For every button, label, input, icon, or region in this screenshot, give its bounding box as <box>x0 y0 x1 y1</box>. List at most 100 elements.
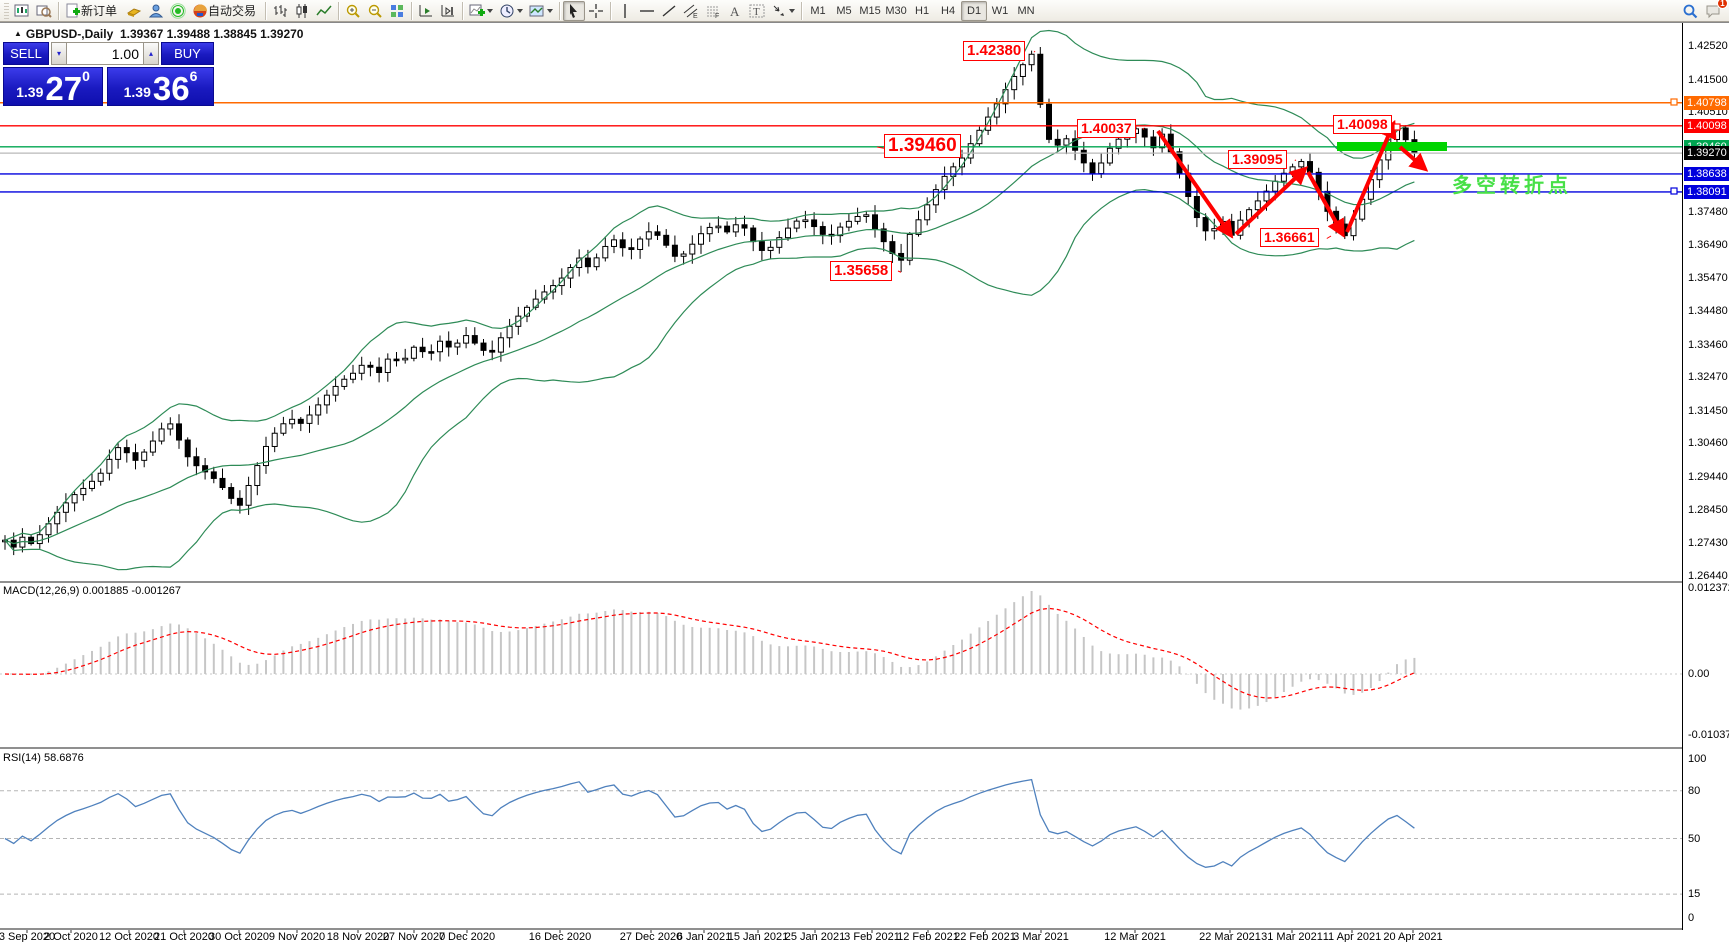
autotrading-button[interactable]: 自动交易 <box>189 1 262 21</box>
new-order-button[interactable]: 新订单 <box>62 1 123 21</box>
chart-title: ▲ GBPUSD-,Daily 1.39367 1.39488 1.38845 1… <box>14 27 303 41</box>
timeframe-w1-button[interactable]: W1 <box>987 1 1013 21</box>
new-order-label: 新订单 <box>81 4 118 18</box>
dropdown-arrow-icon <box>547 8 554 13</box>
buy-price-button[interactable]: 1.39 36 6 <box>107 67 214 106</box>
date-axis-label: 21 Oct 2020 <box>154 931 214 942</box>
timeframe-m5-button[interactable]: M5 <box>831 1 857 21</box>
metaeditor-button[interactable] <box>123 1 145 21</box>
date-axis-label: 12 Feb 2021 <box>897 931 959 942</box>
trendline-tool-button[interactable] <box>658 1 680 21</box>
sell-price-major: 1.39 <box>16 84 44 100</box>
price-axis-tick: 1.30460 <box>1688 437 1728 450</box>
text-tool-button[interactable]: A <box>724 1 746 21</box>
date-axis-label: 15 Jan 2021 <box>727 931 789 942</box>
window-expand-icon[interactable]: ▲ <box>14 29 22 38</box>
volume-control: ▾ 1.00 ▴ <box>51 42 159 65</box>
price-annotation-label[interactable]: 1.42380 <box>963 41 1026 61</box>
price-annotation-label[interactable]: 1.40037 <box>1077 119 1136 138</box>
timeframe-h1-button[interactable]: H1 <box>909 1 935 21</box>
toolbar-separator <box>411 1 413 20</box>
price-axis-tick: 1.29440 <box>1688 470 1728 483</box>
buy-button[interactable]: BUY <box>161 42 214 65</box>
date-axis-label: 7 Dec 2020 <box>438 931 496 942</box>
timeframe-m30-button[interactable]: M30 <box>883 1 909 21</box>
date-axis-label: 6 Jan 2021 <box>676 931 732 942</box>
price-axis-tick: 1.26440 <box>1688 569 1728 582</box>
horizontal-line-tool-button[interactable] <box>636 1 658 21</box>
rsi-axis-tick: 15 <box>1688 888 1701 901</box>
price-badge: 1.38638 <box>1684 166 1729 181</box>
periods-button[interactable] <box>496 1 526 21</box>
auto-scroll-button[interactable] <box>415 1 437 21</box>
new-chart-button[interactable] <box>11 1 33 21</box>
timeframe-d1-button[interactable]: D1 <box>961 0 988 21</box>
volume-increase-button[interactable]: ▴ <box>143 42 159 65</box>
profiles-button[interactable] <box>33 1 55 21</box>
rsi-axis-tick: 80 <box>1688 784 1701 797</box>
sell-button[interactable]: SELL <box>3 42 49 65</box>
line-chart-button[interactable] <box>313 1 335 21</box>
tile-windows-button[interactable] <box>386 1 408 21</box>
zoom-out-button[interactable] <box>364 1 386 21</box>
toolbar-separator <box>462 1 464 20</box>
price-annotation-label[interactable]: 1.36661 <box>1260 228 1319 247</box>
rsi-axis-tick: 100 <box>1688 753 1707 765</box>
timeframe-h4-button[interactable]: H4 <box>935 1 961 21</box>
fibonacci-tool-button[interactable]: F <box>702 1 724 21</box>
equidistant-channel-tool-button[interactable]: E <box>680 1 702 21</box>
zoom-in-button[interactable] <box>342 1 364 21</box>
svg-text:F: F <box>715 13 719 19</box>
sell-price-button[interactable]: 1.39 27 0 <box>3 67 103 106</box>
price-annotation-label[interactable]: 1.35658 <box>830 261 893 281</box>
price-badge: 1.40798 <box>1684 95 1729 110</box>
candlestick-chart-button[interactable] <box>291 1 313 21</box>
text-label-tool-button[interactable]: T <box>746 1 768 21</box>
rsi-value: 58.6876 <box>43 752 84 764</box>
volume-decrease-button[interactable]: ▾ <box>51 42 67 65</box>
buy-price-major: 1.39 <box>123 84 151 100</box>
timeframe-mn-button[interactable]: MN <box>1013 1 1039 21</box>
price-annotation-label[interactable]: 1.40098 <box>1333 115 1392 134</box>
macd-axis-tick: 0.00 <box>1688 668 1710 680</box>
templates-button[interactable] <box>526 1 556 21</box>
toolbar-separator <box>801 1 803 20</box>
date-axis-label: 31 Mar 2021 <box>1261 931 1323 942</box>
autotrading-label: 自动交易 <box>208 4 257 18</box>
toolbar-grip <box>4 2 9 19</box>
date-axis-label: 2 Oct 2020 <box>44 931 98 942</box>
chart-shift-button[interactable] <box>437 1 459 21</box>
price-chart-canvas[interactable] <box>0 0 1729 942</box>
price-annotation-label[interactable]: 1.39095 <box>1228 150 1287 169</box>
notifications-button[interactable]: 1 <box>1702 0 1728 21</box>
rsi-axis-tick: 50 <box>1688 832 1701 845</box>
signals-button[interactable] <box>167 1 189 21</box>
vertical-line-tool-button[interactable] <box>614 1 636 21</box>
timeframe-m15-button[interactable]: M15 <box>857 1 883 21</box>
svg-text:E: E <box>693 13 698 19</box>
date-axis-label: 27 Nov 2020 <box>382 931 446 942</box>
search-button[interactable] <box>1679 1 1702 21</box>
toolbar-separator <box>559 1 561 20</box>
date-axis-label: 12 Oct 2020 <box>99 931 159 942</box>
crosshair-tool-button[interactable] <box>585 1 607 21</box>
chart-symbol-period: GBPUSD-,Daily <box>25 27 114 41</box>
one-click-trading-panel: SELL ▾ 1.00 ▴ BUY 1.39 27 0 1.39 36 6 <box>3 42 214 106</box>
dropdown-arrow-icon <box>789 8 796 13</box>
sell-price-point: 0 <box>82 68 90 84</box>
rsi-header: RSI(14) 58.6876 <box>3 752 84 764</box>
sell-price-pips: 27 <box>45 69 83 107</box>
price-badge: 1.39270 <box>1684 146 1729 161</box>
bar-chart-button[interactable] <box>269 1 291 21</box>
date-axis-label: 22 Mar 2021 <box>1199 931 1261 942</box>
timeframe-m1-button[interactable]: M1 <box>805 1 831 21</box>
strategy-tester-button[interactable] <box>145 1 167 21</box>
volume-input[interactable]: 1.00 <box>67 42 143 65</box>
price-annotation-label[interactable]: 1.39460 <box>884 134 961 159</box>
turning-point-note[interactable]: 多空转折点 <box>1452 169 1572 198</box>
date-axis-label: 12 Mar 2021 <box>1104 931 1166 942</box>
cursor-tool-button[interactable] <box>563 0 586 21</box>
indicators-button[interactable] <box>466 1 496 21</box>
arrows-tool-button[interactable] <box>768 1 798 21</box>
toolbar-separator <box>265 1 267 20</box>
